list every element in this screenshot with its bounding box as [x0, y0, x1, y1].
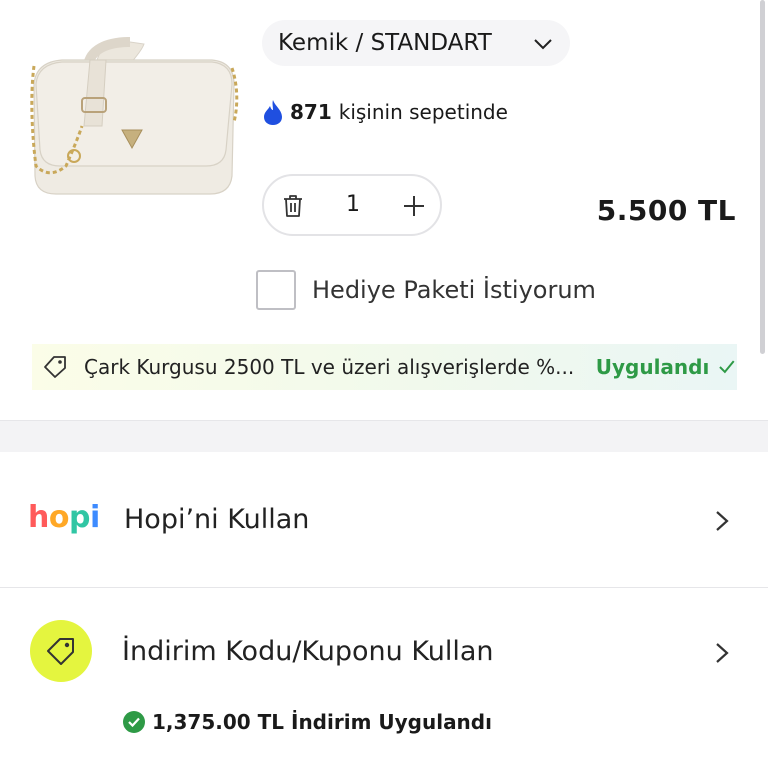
- product-image[interactable]: [26, 26, 242, 202]
- scrollbar[interactable]: [760, 0, 765, 354]
- quantity-value: 1: [346, 192, 360, 217]
- discount-applied-text: 1,375.00 TL İndirim Uygulandı: [152, 710, 492, 734]
- quantity-stepper[interactable]: 1: [262, 174, 442, 236]
- chevron-right-icon[interactable]: [712, 509, 732, 533]
- section-divider: [0, 420, 768, 452]
- variant-select[interactable]: Kemik / STANDART: [262, 20, 570, 66]
- hopi-label[interactable]: Hopi’ni Kullan: [124, 504, 309, 535]
- trash-icon[interactable]: [280, 193, 306, 219]
- plus-icon[interactable]: [401, 193, 427, 219]
- basket-popularity: 871 kişinin sepetinde: [262, 98, 508, 126]
- chevron-down-icon: [534, 39, 552, 50]
- campaign-status: Uygulandı: [595, 355, 710, 379]
- basket-count: 871: [290, 100, 332, 124]
- hopi-logo: hopi: [28, 500, 100, 535]
- fire-icon: [264, 100, 282, 125]
- check-circle-icon: [123, 711, 145, 733]
- chevron-right-icon[interactable]: [712, 641, 732, 665]
- coupon-label[interactable]: İndirim Kodu/Kuponu Kullan: [122, 636, 494, 667]
- check-icon: [719, 360, 735, 374]
- gift-wrap-label: Hediye Paketi İstiyorum: [312, 276, 596, 304]
- coupon-icon: [30, 620, 92, 682]
- hopi-row[interactable]: [0, 452, 768, 588]
- product-price: 5.500 TL: [596, 194, 736, 227]
- basket-text: kişinin sepetinde: [338, 100, 508, 124]
- gift-wrap-option[interactable]: Hediye Paketi İstiyorum: [256, 270, 596, 310]
- tag-icon: [47, 638, 74, 665]
- campaign-text: Çark Kurgusu 2500 TL ve üzeri alışverişl…: [84, 355, 575, 379]
- variant-label: Kemik / STANDART: [278, 30, 492, 56]
- tag-icon: [44, 356, 66, 378]
- campaign-banner: Çark Kurgusu 2500 TL ve üzeri alışverişl…: [32, 344, 737, 390]
- discount-applied-status: 1,375.00 TL İndirim Uygulandı: [122, 710, 492, 734]
- gift-wrap-checkbox[interactable]: [256, 270, 296, 310]
